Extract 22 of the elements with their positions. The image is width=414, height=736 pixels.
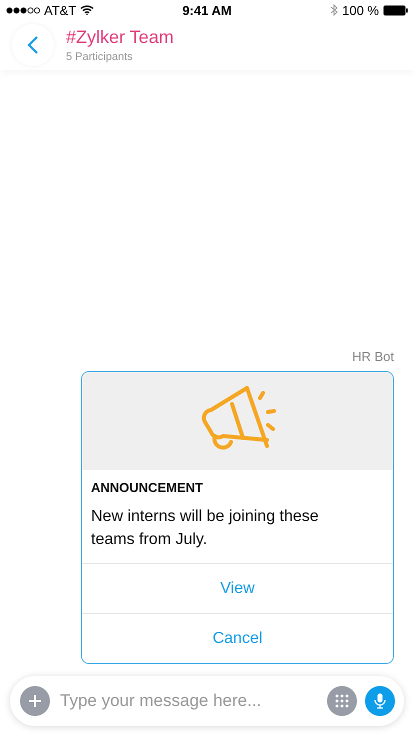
battery-percent: 100 % [342, 2, 379, 18]
microphone-button[interactable] [365, 686, 395, 716]
plus-icon [28, 694, 42, 708]
apps-grid-button[interactable] [327, 686, 357, 716]
sender-name: HR Bot [352, 349, 394, 364]
message-input[interactable]: Type your message here... [58, 690, 319, 712]
add-button[interactable] [20, 686, 50, 716]
card-text: New interns will be joining these teams from July. [91, 507, 320, 550]
grid-icon [335, 694, 349, 708]
carrier: AT&T [44, 2, 76, 18]
chat-title: #Zylker Team [66, 27, 174, 48]
back-icon [27, 35, 39, 55]
wifi-icon [80, 5, 94, 15]
microphone-icon [374, 693, 386, 709]
back-button[interactable] [12, 24, 54, 66]
battery-icon [383, 4, 408, 16]
signal-icon [6, 6, 40, 14]
bluetooth-icon [330, 4, 338, 16]
participants-count: 5 Participants [66, 51, 134, 63]
clock: 9:41 AM [182, 2, 232, 18]
card-label: ANNOUNCEMENT [91, 480, 204, 495]
card-action[interactable]: Cancel [82, 613, 393, 663]
